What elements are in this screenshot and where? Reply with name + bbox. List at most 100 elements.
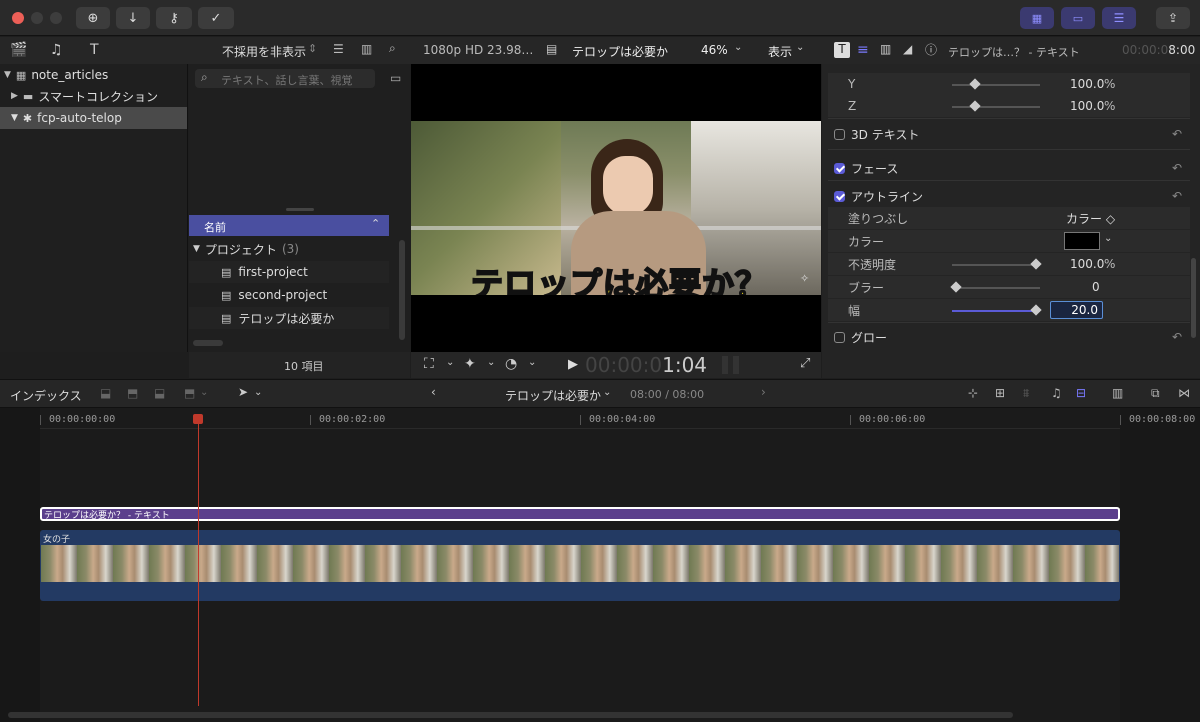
outline-checkbox[interactable]	[834, 190, 845, 202]
revert-icon[interactable]: ↶	[1172, 127, 1182, 141]
z-slider[interactable]	[952, 100, 1040, 112]
background-tasks-button[interactable]: ✓	[198, 7, 234, 29]
text-inspector-icon[interactable]: T	[834, 42, 850, 58]
show-timeline-button[interactable]: ▭	[1061, 7, 1095, 29]
fullscreen-icon[interactable]: ⤢	[800, 356, 810, 371]
search-input[interactable]: ⌕ テキスト、話し言葉、視覚	[195, 69, 375, 88]
chevron-down-icon[interactable]: ⌄	[1104, 233, 1112, 244]
filmstrip-toggle-icon[interactable]: ▭	[390, 71, 401, 85]
y-slider-knob[interactable]	[969, 78, 981, 90]
y-slider[interactable]	[952, 78, 1040, 90]
z-value[interactable]: 100.0	[1070, 99, 1104, 113]
3d-text-checkbox[interactable]	[834, 128, 845, 140]
opacity-slider[interactable]	[952, 258, 1042, 270]
retime-speed-icon[interactable]: ◔	[505, 356, 517, 372]
glow-checkbox[interactable]	[834, 331, 845, 343]
clip-filter-select[interactable]: 不採用を非表示	[222, 43, 306, 60]
blur-slider-knob[interactable]	[950, 281, 962, 293]
list-item[interactable]: ▤ first-project	[189, 261, 389, 283]
show-inspector-button[interactable]: ☰	[1102, 7, 1136, 29]
face-checkbox[interactable]	[834, 162, 845, 174]
width-slider-knob[interactable]	[1030, 304, 1042, 316]
width-input[interactable]: 20.0	[1050, 301, 1103, 319]
playhead-handle[interactable]	[193, 414, 203, 424]
list-item[interactable]: ▤ テロップは必要か	[189, 307, 389, 329]
blur-value[interactable]: 0	[1092, 280, 1100, 294]
skimming-icon[interactable]: ⊹	[968, 386, 978, 400]
close-window-button[interactable]	[12, 12, 24, 24]
opacity-slider-knob[interactable]	[1030, 258, 1042, 270]
download-button[interactable]: ↓	[116, 7, 150, 29]
filmstrip-view-icon[interactable]: ▥	[361, 42, 372, 56]
revert-icon[interactable]: ↶	[1172, 161, 1182, 175]
library-item-note-articles[interactable]: ▼ ▦ note_articles	[0, 64, 187, 86]
title-clip[interactable]: テロップは必要か？ - テキスト	[40, 507, 1120, 521]
keyword-button[interactable]: ⚷	[156, 7, 192, 29]
info-icon[interactable]: ⓘ	[925, 41, 937, 58]
z-slider-knob[interactable]	[969, 100, 981, 112]
back-arrow-icon[interactable]: ‹	[431, 385, 436, 399]
y-value[interactable]: 100.0	[1070, 77, 1104, 91]
timeline-gutter	[0, 408, 40, 722]
video-inspector-icon[interactable]: ▥	[880, 42, 891, 56]
effects-browser-icon[interactable]: ⧉	[1151, 386, 1160, 401]
show-browser-button[interactable]: ▦	[1020, 7, 1054, 29]
zoom-window-button[interactable]	[50, 12, 62, 24]
search-icon[interactable]: ⌕	[389, 41, 396, 56]
revert-icon[interactable]: ↶	[1172, 189, 1182, 203]
solo-icon[interactable]: ⩩	[1023, 386, 1029, 401]
download-icon: ↓	[127, 10, 139, 26]
color-swatch[interactable]	[1064, 232, 1100, 250]
play-icon[interactable]: ▶	[568, 357, 578, 372]
list-item[interactable]: ▤ second-project	[189, 284, 389, 306]
transform-handle-icon[interactable]: ✧	[800, 272, 809, 285]
titles-generators-icon[interactable]: T	[90, 42, 99, 58]
timeline-scrollbar[interactable]	[8, 712, 1013, 718]
library-item-smart-collection[interactable]: ▶ ▬ スマートコレクション	[0, 85, 187, 107]
overwrite-clip-icon[interactable]: ⬒	[184, 386, 195, 400]
chevron-down-icon: ⌄	[446, 357, 455, 368]
enhance-wand-icon[interactable]: ✦	[464, 356, 476, 372]
opacity-value[interactable]: 100.0	[1070, 257, 1104, 271]
clip-appearance-icon[interactable]: ▥	[1112, 386, 1123, 400]
transitions-browser-icon[interactable]: ⋈	[1178, 386, 1190, 400]
snapping-icon[interactable]: ⊟	[1076, 386, 1086, 400]
blur-slider[interactable]	[950, 281, 1040, 293]
share-button[interactable]: ⇪	[1156, 7, 1190, 29]
select-tool-icon[interactable]: ➤	[238, 385, 248, 399]
revert-icon[interactable]: ↶	[1172, 330, 1182, 344]
resize-handle[interactable]	[286, 208, 314, 211]
transform-tool-icon[interactable]: ⛶	[424, 356, 434, 372]
photos-audio-icon[interactable]: ♫	[50, 42, 63, 58]
width-value: 20.0	[1071, 303, 1098, 317]
minimize-window-button[interactable]	[31, 12, 43, 24]
width-slider[interactable]	[952, 304, 1042, 316]
list-view-icon[interactable]: ☰	[333, 42, 344, 56]
import-button[interactable]: ⊕	[76, 7, 110, 29]
inspector-scrollbar[interactable]	[1191, 258, 1196, 338]
library-item-label: スマートコレクション	[38, 89, 158, 104]
color-inspector-icon[interactable]: ◢	[903, 42, 912, 56]
project-group-row[interactable]: ▼ プロジェクト (3)	[189, 238, 389, 260]
playhead[interactable]	[198, 424, 199, 706]
append-clip-icon[interactable]: ⬓	[154, 386, 165, 400]
index-button[interactable]: インデックス	[10, 387, 82, 404]
headphones-icon[interactable]: ♫	[1051, 386, 1062, 400]
library-item-fcp-auto-telop[interactable]: ▼ ✱ fcp-auto-telop	[0, 107, 187, 129]
fill-type-select[interactable]: カラー ◇	[1066, 210, 1115, 227]
filmstrip-frame	[545, 545, 581, 582]
browser-h-scrollbar[interactable]	[193, 340, 223, 346]
browser-scrollbar[interactable]	[399, 240, 405, 340]
libraries-icon[interactable]: 🎬	[10, 42, 27, 58]
connect-clip-icon[interactable]: ⬓	[100, 386, 111, 400]
zoom-select[interactable]: 46%	[701, 43, 728, 57]
audio-skimming-icon[interactable]: ⊞	[995, 386, 1005, 400]
filmstrip-frame	[761, 545, 797, 582]
text-style-icon[interactable]: ≡	[857, 42, 869, 58]
view-menu[interactable]: 表示	[768, 43, 792, 60]
filmstrip-frame	[581, 545, 617, 582]
timeline-project-name[interactable]: テロップは必要か	[505, 387, 601, 404]
name-column-header[interactable]: 名前 ⌃	[189, 215, 389, 236]
insert-clip-icon[interactable]: ⬒	[127, 386, 138, 400]
forward-arrow-icon[interactable]: ›	[761, 385, 766, 399]
